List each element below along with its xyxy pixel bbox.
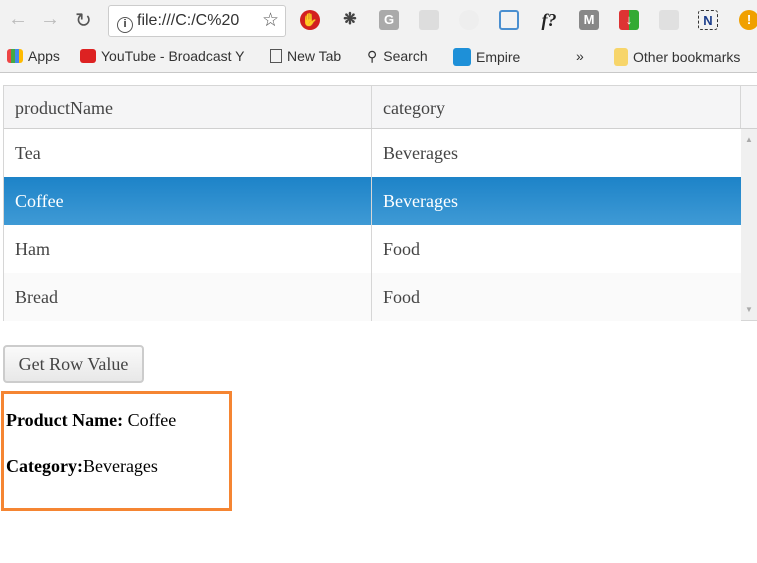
cell-category: Beverages — [383, 191, 458, 211]
adblock-icon[interactable]: ✋ — [300, 10, 320, 30]
cell-product-name: Coffee — [4, 177, 372, 225]
vertical-scrollbar[interactable]: ▲ ▼ — [741, 129, 757, 320]
bug-icon[interactable]: ❋ — [340, 10, 360, 30]
page-icon — [270, 49, 282, 63]
empire-icon — [453, 48, 471, 66]
table-row[interactable]: Tea Beverages — [4, 129, 741, 177]
category-label: Category: — [6, 456, 83, 476]
info-icon[interactable]: i — [117, 17, 133, 33]
other-bookmarks[interactable]: Other bookmarks — [614, 48, 740, 66]
bookmark-star-icon[interactable]: ☆ — [262, 9, 279, 32]
reload-button[interactable]: ↻ — [75, 8, 92, 33]
address-text: file:///C:/C%20 — [137, 12, 240, 29]
cell-category: Food — [383, 239, 421, 259]
cell-product-name: Bread — [4, 273, 372, 321]
pocket-icon[interactable] — [659, 10, 679, 30]
apps-grid-icon — [7, 49, 23, 63]
bookmark-search[interactable]: ⚲ Search — [367, 48, 428, 65]
bookmark-new-tab[interactable]: New Tab — [270, 48, 341, 64]
bookmark-label: Empire — [476, 49, 521, 65]
folder-icon — [614, 48, 628, 66]
scroll-up-icon[interactable]: ▲ — [745, 135, 753, 144]
bookmark-label: New Tab — [287, 48, 342, 64]
bookmarks-overflow-button[interactable]: » — [576, 48, 584, 64]
cell-category: Beverages — [383, 143, 458, 163]
category-line: Category:Beverages — [6, 456, 158, 477]
youtube-icon — [80, 49, 96, 63]
bookmark-label: Search — [383, 48, 428, 64]
get-row-value-button[interactable]: Get Row Value — [3, 345, 144, 383]
bookmark-label: Other bookmarks — [633, 49, 741, 65]
table-row-selected[interactable]: Coffee Beverages — [4, 177, 741, 225]
font-finder-icon[interactable]: f? — [539, 10, 559, 30]
table-row[interactable]: Bread Food — [4, 273, 741, 321]
back-button[interactable]: ← — [8, 8, 28, 31]
cell-product-name: Ham — [4, 225, 372, 273]
bookmarks-bar: Apps YouTube - Broadcast Y New Tab ⚲ Sear… — [0, 40, 757, 73]
bookmark-empire[interactable]: Empire — [453, 48, 520, 66]
newsletter-icon[interactable]: N — [698, 10, 718, 30]
bookmark-youtube[interactable]: YouTube - Broadcast Y — [80, 48, 244, 64]
grammarly-icon[interactable]: G — [379, 10, 399, 30]
product-name-label: Product Name: — [6, 410, 124, 430]
scroll-down-icon[interactable]: ▼ — [745, 305, 753, 314]
address-bar[interactable]: i file:///C:/C%20 ☆ — [108, 5, 286, 37]
bookmark-label: YouTube - Broadcast Y — [101, 48, 245, 64]
table-row[interactable]: Ham Food — [4, 225, 741, 273]
browser-toolbar: ← → ↻ i file:///C:/C%20 ☆ ✋ ❋ G f? M ↓ N … — [0, 0, 757, 40]
alert-icon[interactable] — [459, 10, 479, 30]
cell-category: Food — [383, 287, 421, 307]
screen-capture-icon[interactable] — [499, 10, 519, 30]
download-icon[interactable]: ↓ — [619, 10, 639, 30]
grid-header: productName category — [4, 86, 757, 129]
result-panel: Product Name: Coffee Category:Beverages — [1, 391, 232, 511]
mcafee-icon[interactable]: M — [579, 10, 599, 30]
column-header-category[interactable]: category — [372, 86, 741, 128]
product-name-line: Product Name: Coffee — [6, 410, 176, 431]
cell-product-name: Tea — [4, 129, 372, 177]
bookmark-apps[interactable]: Apps — [7, 48, 60, 64]
bookmark-label: Apps — [28, 48, 60, 64]
product-name-value: Coffee — [123, 410, 177, 430]
search-icon: ⚲ — [367, 48, 378, 64]
forward-button[interactable]: → — [40, 8, 60, 31]
product-grid: productName category Tea Beverages Coffe… — [3, 85, 757, 321]
category-value: Beverages — [82, 456, 158, 476]
warning-icon[interactable]: ! — [739, 10, 757, 30]
column-header-productname[interactable]: productName — [4, 86, 372, 128]
shield-icon[interactable] — [419, 10, 439, 30]
